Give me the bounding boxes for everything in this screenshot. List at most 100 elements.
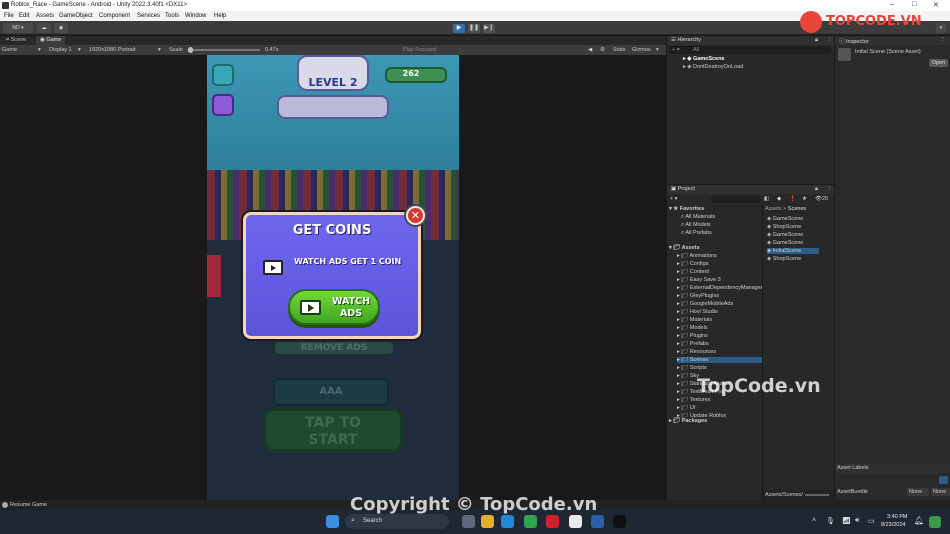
folder-item[interactable]: ▸ 📁︎ Configs bbox=[677, 261, 762, 267]
folder-item[interactable]: ▸ 📁︎ Scenes bbox=[677, 357, 762, 363]
filter-warning-icon[interactable]: ❗ bbox=[789, 196, 796, 202]
folder-item[interactable]: ▸ 📁︎ Easy Save 3 bbox=[677, 277, 762, 283]
unity-hub-icon[interactable] bbox=[569, 515, 582, 528]
menu-tools[interactable]: Tools bbox=[165, 13, 179, 19]
folder-item[interactable]: ▸ 📁︎ Animations bbox=[677, 253, 762, 259]
hierarchy-search-input[interactable]: + ▾ All bbox=[669, 46, 831, 54]
menu-edit[interactable]: Edit bbox=[19, 13, 29, 19]
folder-item[interactable]: ▸ 📁︎ GoogleMobileAds bbox=[677, 301, 762, 307]
account-button[interactable]: ND ▾ bbox=[3, 23, 33, 33]
minimize-icon[interactable]: – bbox=[890, 1, 894, 8]
battery-icon[interactable]: ▭ bbox=[868, 517, 875, 525]
folder-item[interactable]: ▸ 📁︎ Models bbox=[677, 325, 762, 331]
inspector-menu-icon[interactable]: ⋮ bbox=[940, 37, 946, 43]
menu-component[interactable]: Component bbox=[99, 13, 130, 19]
folder-item[interactable]: ▸ 📁︎ ExternalDependencyManager bbox=[677, 285, 762, 291]
folder-item[interactable]: ▸ 📁︎ Update Roblox bbox=[677, 413, 762, 419]
watch-ads-button[interactable]: WATCH ADS bbox=[288, 289, 380, 325]
filter-label-icon[interactable]: ◆ bbox=[777, 196, 781, 202]
game-mode-dropdown[interactable]: Game bbox=[2, 47, 17, 53]
project-menu-icon[interactable]: ⋮ bbox=[827, 186, 833, 192]
tab-scene[interactable]: ⌗ Scene bbox=[2, 36, 30, 45]
mute-audio-icon[interactable]: ◀ bbox=[588, 47, 592, 53]
menu-help[interactable]: Help bbox=[214, 13, 226, 19]
panel-menu-icon[interactable]: ⋮ bbox=[827, 37, 833, 43]
project-add-icon[interactable]: + ▾ bbox=[670, 196, 678, 202]
favorites-section[interactable]: ▾ ★ Favorites bbox=[669, 206, 704, 212]
settings-game-icon[interactable] bbox=[212, 64, 234, 86]
shop-game-icon[interactable] bbox=[212, 94, 234, 116]
play-focused-dropdown[interactable]: Play Focused bbox=[403, 47, 436, 53]
scene-file-item[interactable]: ◈ GameScene bbox=[767, 232, 819, 238]
gizmos-button[interactable]: Gizmos bbox=[632, 47, 651, 53]
filter-type-icon[interactable]: ◧ bbox=[764, 196, 769, 202]
scene-file-item[interactable]: ◈ ShopScene bbox=[767, 224, 819, 230]
folder-item[interactable]: ▸ 📁︎ Content bbox=[677, 269, 762, 275]
task-view-icon[interactable] bbox=[462, 515, 475, 528]
resolution-chevron-icon[interactable]: ▾ bbox=[158, 47, 161, 53]
play-button[interactable]: ▶ bbox=[453, 24, 465, 33]
folder-item[interactable]: ▸ 📁︎ Prefabs bbox=[677, 341, 762, 347]
folder-item[interactable]: ▸ 📁︎ Scripts bbox=[677, 365, 762, 371]
breadcrumb-leaf[interactable]: Scenes bbox=[788, 206, 806, 212]
hierarchy-item-gamescene[interactable]: ▸ ◈ GameScene bbox=[683, 56, 725, 62]
volume-icon[interactable]: 🔊︎ bbox=[855, 517, 859, 525]
assetbundle-dropdown[interactable]: None bbox=[907, 488, 929, 496]
inspector-tab[interactable]: ⓘ Inspector bbox=[839, 37, 869, 45]
menu-assets[interactable]: Assets bbox=[36, 13, 54, 19]
folder-item[interactable]: ▸ 📁︎ GleyPlugins bbox=[677, 293, 762, 299]
label-tag-icon[interactable] bbox=[939, 476, 948, 484]
folder-item[interactable]: ▸ 📁︎ UI bbox=[677, 405, 762, 411]
favorite-icon[interactable]: ★ bbox=[802, 196, 807, 202]
menu-services[interactable]: Services bbox=[137, 13, 160, 19]
clock-time[interactable]: 3:40 PM bbox=[887, 514, 907, 520]
folder-item[interactable]: ▸ 📁︎ Textures bbox=[677, 397, 762, 403]
clock-date[interactable]: 8/23/2024 bbox=[881, 522, 905, 528]
step-button[interactable]: ▶❙ bbox=[483, 24, 495, 33]
tray-app-icon[interactable] bbox=[929, 516, 941, 528]
tab-game[interactable]: ◉ Game bbox=[36, 36, 66, 45]
file-explorer-icon[interactable] bbox=[481, 515, 494, 528]
edge-icon[interactable] bbox=[501, 515, 514, 528]
tray-chevron-icon[interactable]: ˄ bbox=[812, 517, 816, 524]
scale-slider-handle[interactable] bbox=[188, 47, 193, 53]
folder-item[interactable]: ▸ 📁︎ Hovl Studio bbox=[677, 309, 762, 315]
scale-slider[interactable] bbox=[188, 49, 260, 51]
project-lock-icon[interactable]: 🔒︎ bbox=[815, 186, 818, 193]
open-button[interactable]: Open bbox=[929, 59, 948, 67]
favorite-all-prefabs[interactable]: ⌕ All Prefabs bbox=[681, 230, 712, 237]
close-window-icon[interactable]: ✕ bbox=[933, 1, 939, 9]
folder-item[interactable]: ▸ 📁︎ Resources bbox=[677, 349, 762, 355]
project-search-input[interactable] bbox=[711, 196, 761, 203]
collab-icon[interactable]: ◉ bbox=[54, 23, 68, 33]
project-tab[interactable]: ▣ Project bbox=[671, 186, 695, 192]
notification-icon[interactable]: 🔔︎ bbox=[914, 516, 924, 525]
hierarchy-add-icon[interactable]: + ▾ bbox=[672, 47, 680, 53]
scene-file-item[interactable]: ◈ InitialScene bbox=[767, 248, 819, 254]
layout-dropdown[interactable]: ▾ bbox=[936, 23, 946, 33]
windows-start-icon[interactable] bbox=[326, 515, 339, 528]
assets-section[interactable]: ▾ 📁︎ Assets bbox=[669, 245, 700, 251]
menu-gameobject[interactable]: GameObject bbox=[59, 13, 93, 19]
display-chevron-icon[interactable]: ▾ bbox=[78, 47, 81, 53]
maximize-icon[interactable]: □ bbox=[912, 1, 916, 8]
scene-file-item[interactable]: ◈ GameScene bbox=[767, 240, 819, 246]
chrome-icon[interactable] bbox=[524, 515, 537, 528]
menu-file[interactable]: File bbox=[4, 13, 14, 19]
lock-icon[interactable]: 🔒︎ bbox=[815, 37, 818, 44]
scene-file-item[interactable]: ◈ GameScene bbox=[767, 216, 819, 222]
display-dropdown[interactable]: Display 1 bbox=[49, 47, 72, 53]
settings-icon[interactable]: ⚙ bbox=[600, 47, 605, 53]
stats-button[interactable]: Stats bbox=[613, 47, 626, 53]
breadcrumb-root[interactable]: Assets bbox=[765, 206, 782, 212]
unity-editor-icon[interactable] bbox=[613, 515, 626, 528]
wifi-icon[interactable]: 📶︎ bbox=[842, 517, 851, 525]
scene-file-item[interactable]: ◈ ShopScene bbox=[767, 256, 819, 262]
cloud-icon[interactable]: ☁ bbox=[37, 23, 51, 33]
remove-ads-button[interactable]: REMOVE ADS bbox=[273, 340, 395, 356]
taskbar-search[interactable]: ⌕ Search bbox=[345, 514, 449, 529]
icon-size-slider[interactable] bbox=[805, 494, 829, 496]
resolution-dropdown[interactable]: 1920x1080 Portrait bbox=[89, 47, 135, 53]
aaa-button[interactable]: AAA bbox=[273, 378, 389, 406]
tap-to-start-button[interactable]: TAP TO START bbox=[263, 408, 403, 452]
